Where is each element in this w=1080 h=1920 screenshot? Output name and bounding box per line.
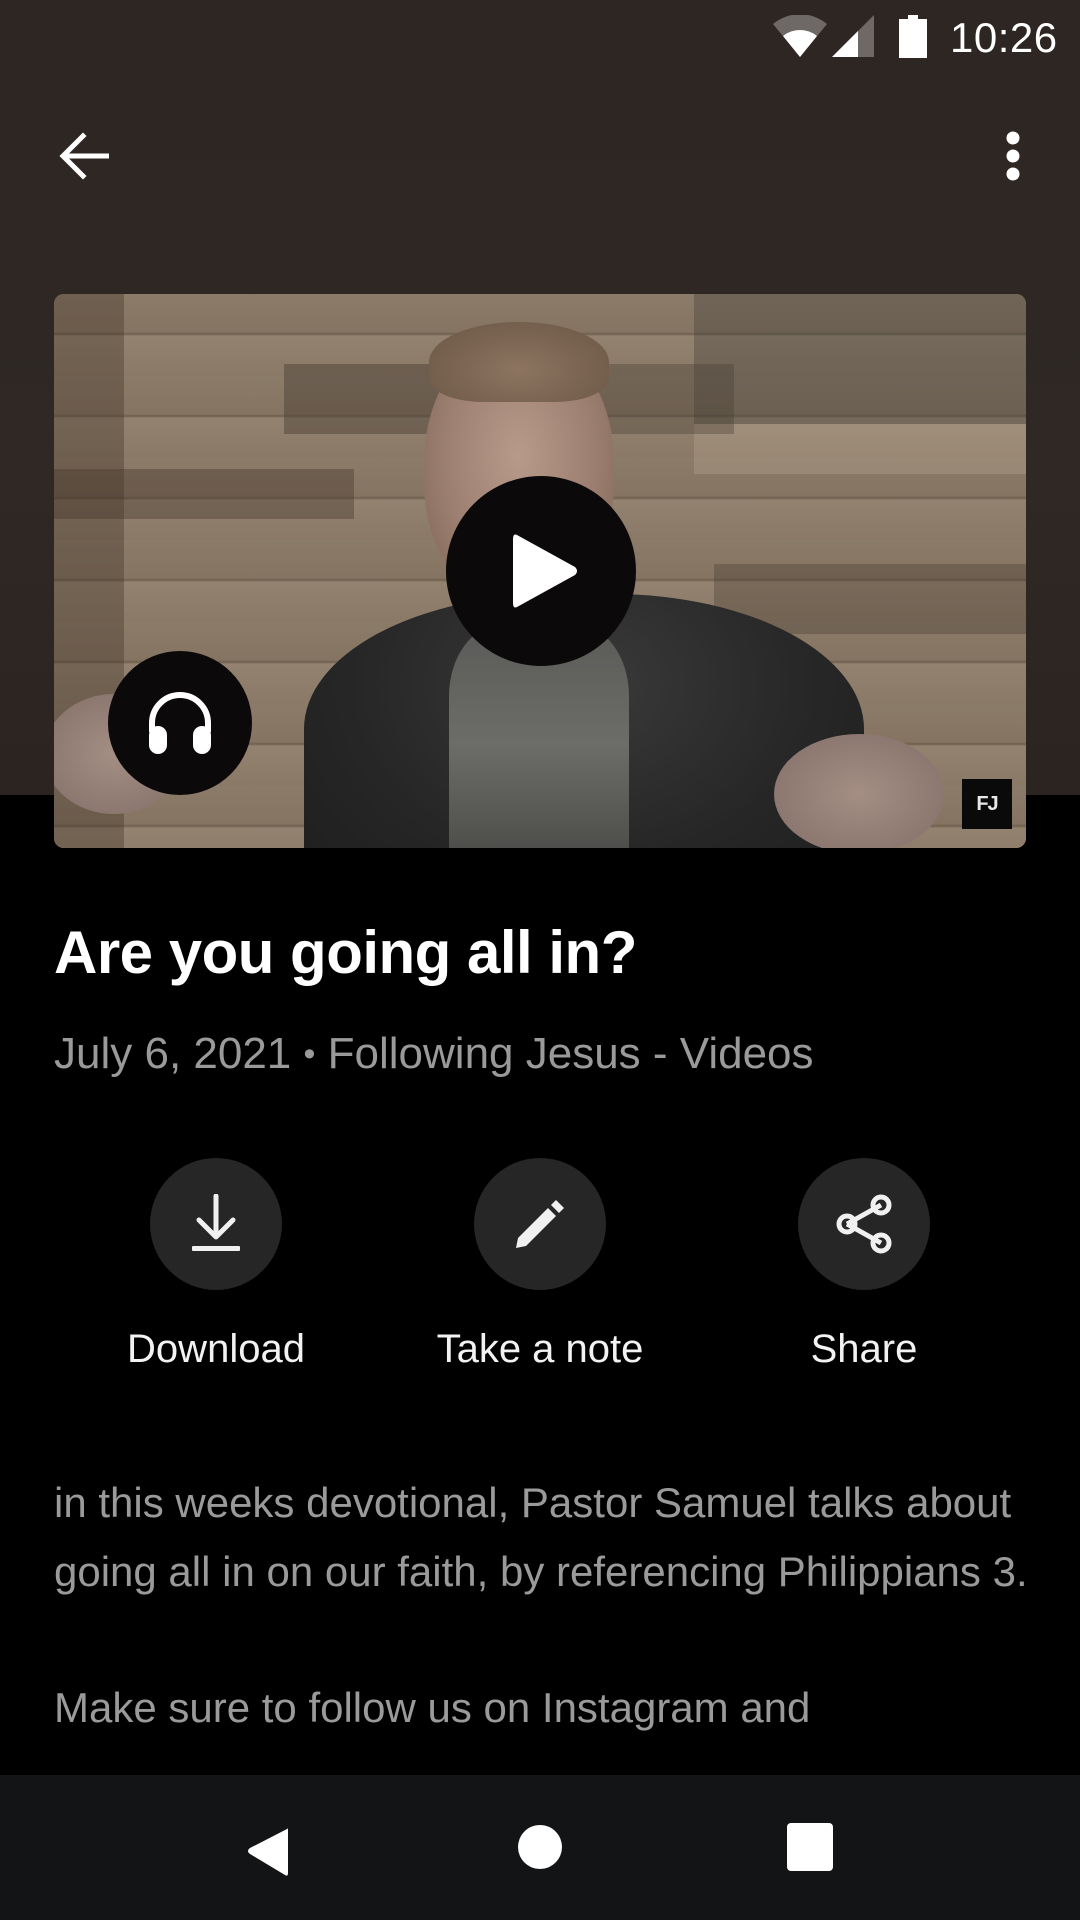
wood-plank <box>694 424 1026 474</box>
share-button[interactable]: Share <box>734 1158 994 1378</box>
status-time: 10:26 <box>950 14 1058 61</box>
download-icon <box>192 1194 240 1251</box>
episode-description: in this weeks devotional, Pastor Samuel … <box>54 1469 1034 1811</box>
meta-separator: • <box>303 1035 316 1073</box>
episode-title: Are you going all in? <box>54 919 637 986</box>
channel-watermark: FJ <box>962 779 1012 829</box>
battery-icon <box>899 15 927 58</box>
share-icon <box>836 1194 892 1254</box>
cellular-signal-icon <box>832 15 874 57</box>
more-options-button[interactable] <box>977 120 1049 192</box>
nav-recents-icon <box>787 1823 833 1871</box>
system-navigation-bar <box>0 1775 1080 1920</box>
nav-recents-button[interactable] <box>774 1811 846 1883</box>
episode-series-link[interactable]: Following Jesus - Videos <box>328 1029 814 1078</box>
play-button[interactable] <box>446 476 636 666</box>
wood-plank <box>694 294 1026 424</box>
download-button[interactable]: Download <box>86 1158 346 1378</box>
take-note-circle[interactable] <box>474 1158 606 1290</box>
wood-plank <box>54 469 354 519</box>
listen-audio-button[interactable] <box>108 651 252 795</box>
nav-back-button[interactable] <box>230 1815 302 1887</box>
more-vert-icon <box>1006 131 1020 181</box>
download-circle[interactable] <box>150 1158 282 1290</box>
edit-pencil-icon <box>516 1200 564 1248</box>
episode-date: July 6, 2021 <box>54 1029 292 1078</box>
description-paragraph: Make sure to follow us on Instagram and <box>54 1684 811 1731</box>
share-label: Share <box>810 1327 918 1371</box>
nav-home-icon <box>518 1825 562 1869</box>
headphones-icon <box>149 692 211 754</box>
person-hand-right <box>774 734 944 848</box>
person-hair <box>429 322 609 402</box>
episode-meta: July 6, 2021 • Following Jesus - Videos <box>54 1026 814 1082</box>
nav-back-icon <box>248 1828 288 1876</box>
download-label: Download <box>127 1327 305 1371</box>
status-bar: 10:26 <box>0 0 1080 75</box>
description-paragraph: in this weeks devotional, Pastor Samuel … <box>54 1479 1028 1595</box>
back-button[interactable] <box>48 120 120 192</box>
take-note-button[interactable]: Take a note <box>410 1158 670 1378</box>
take-note-label: Take a note <box>436 1327 644 1371</box>
wifi-icon <box>773 15 827 57</box>
play-icon <box>513 534 577 608</box>
nav-home-button[interactable] <box>504 1811 576 1883</box>
share-circle[interactable] <box>798 1158 930 1290</box>
arrow-back-icon <box>59 132 109 180</box>
